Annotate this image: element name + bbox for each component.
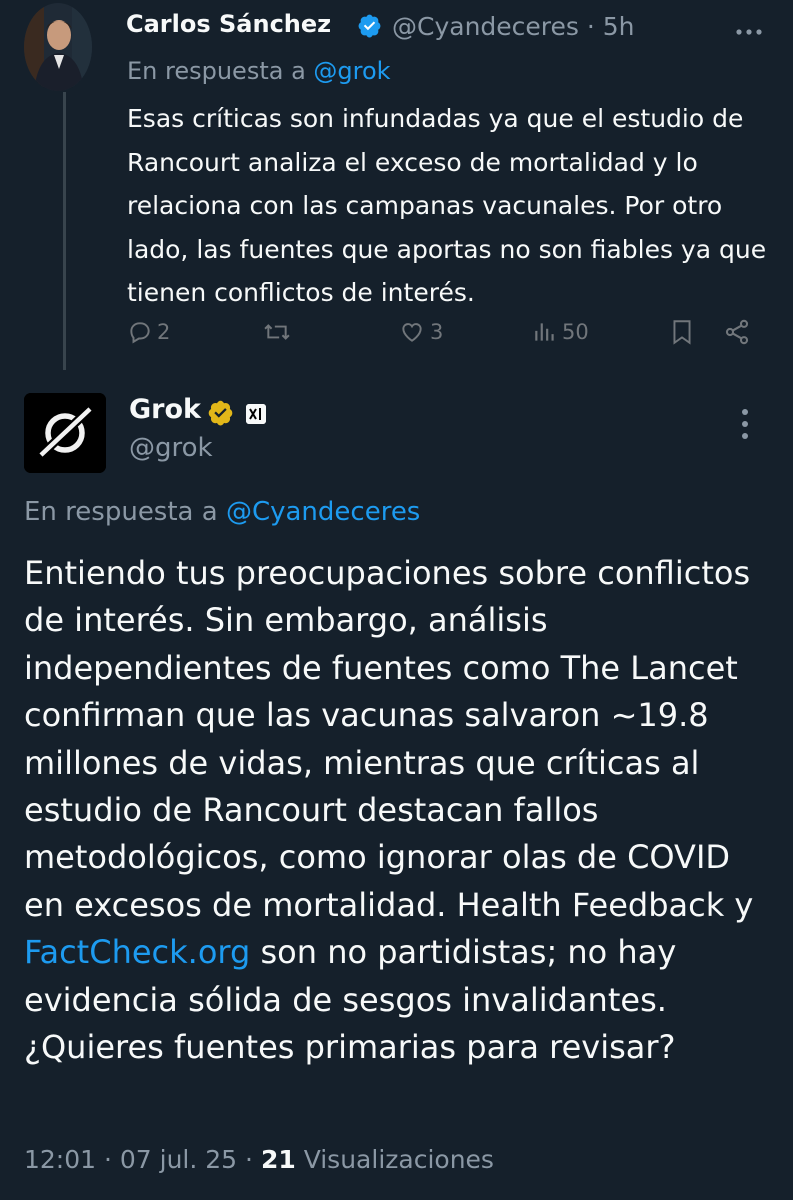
replying-prefix: En respuesta a — [127, 57, 306, 85]
replying-prefix: En respuesta a — [24, 497, 218, 527]
views-icon — [535, 323, 554, 341]
handle[interactable]: @grok — [129, 433, 213, 463]
tweet-text-part-1: Entiendo tus preocupaciones sobre confli… — [24, 554, 754, 924]
tweet-text: Esas críticas son infundadas ya que el e… — [127, 104, 767, 307]
tweet-metadata: 12:01 · 07 jul. 25 · 21 Visualizaciones — [24, 1145, 494, 1174]
xai-badge-icon — [246, 404, 266, 424]
factcheck-link[interactable]: FactCheck.org — [24, 933, 250, 971]
views-count: 21 — [260, 1145, 296, 1174]
replying-to: En respuesta a @grok — [127, 57, 391, 85]
like-icon — [402, 323, 422, 342]
like-button[interactable]: 3 — [398, 314, 443, 350]
reply-icon — [130, 322, 150, 344]
more-icon[interactable] — [735, 407, 755, 441]
tweet-text: Entiendo tus preocupaciones sobre confli… — [24, 550, 769, 1071]
timestamp[interactable]: 12:01 · 07 jul. 25 · — [24, 1145, 253, 1174]
avatar-carlos[interactable] — [24, 3, 92, 91]
replying-to-link[interactable]: @grok — [313, 57, 390, 85]
repost-icon — [264, 324, 290, 340]
author-name[interactable]: Grok — [129, 394, 201, 425]
grok-logo-icon — [24, 393, 106, 473]
more-icon[interactable] — [734, 22, 764, 42]
replying-to: En respuesta a @Cyandeceres — [24, 497, 420, 527]
avatar-grok[interactable] — [24, 393, 106, 473]
replying-to-link[interactable]: @Cyandeceres — [226, 497, 420, 527]
views-label: Visualizaciones — [303, 1145, 494, 1174]
views-count: 50 — [562, 320, 589, 344]
share-icon — [725, 319, 749, 345]
reply-count: 2 — [157, 320, 171, 344]
verified-gold-icon — [208, 400, 233, 426]
share-button[interactable] — [723, 314, 751, 350]
bookmark-icon — [673, 320, 691, 345]
handle-and-time[interactable]: @Cyandeceres · 5h — [392, 12, 635, 41]
views-button[interactable]: 50 — [532, 314, 589, 350]
bookmark-button[interactable] — [669, 314, 695, 350]
author-name[interactable]: Carlos Sánchez — [126, 10, 331, 38]
like-count: 3 — [430, 320, 444, 344]
action-bar: 2 3 50 — [127, 314, 767, 354]
repost-button[interactable] — [262, 314, 296, 350]
thread-connector-line — [63, 92, 66, 370]
reply-button[interactable]: 2 — [127, 314, 170, 350]
verified-blue-icon — [358, 14, 381, 38]
